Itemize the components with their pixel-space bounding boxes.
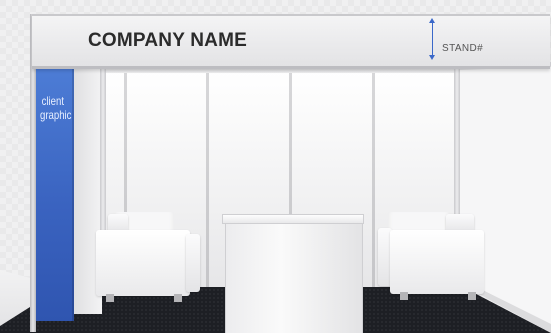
wall-panel-divider (372, 72, 375, 287)
reception-counter-top (222, 214, 364, 224)
dimension-arrow-up-icon (429, 18, 435, 23)
wall-panel-divider (206, 72, 209, 287)
dimension-arrow-down-icon (429, 55, 435, 60)
reception-counter (225, 223, 363, 333)
company-name: COMPANY NAME (88, 30, 247, 51)
stand-number-label: STAND# (442, 43, 484, 54)
fascia-height-dimension-line (432, 20, 433, 58)
exhibition-booth-render: client graphic COMPANY NAME STAND# (0, 0, 551, 333)
client-graphic-label: client graphic (40, 94, 72, 122)
